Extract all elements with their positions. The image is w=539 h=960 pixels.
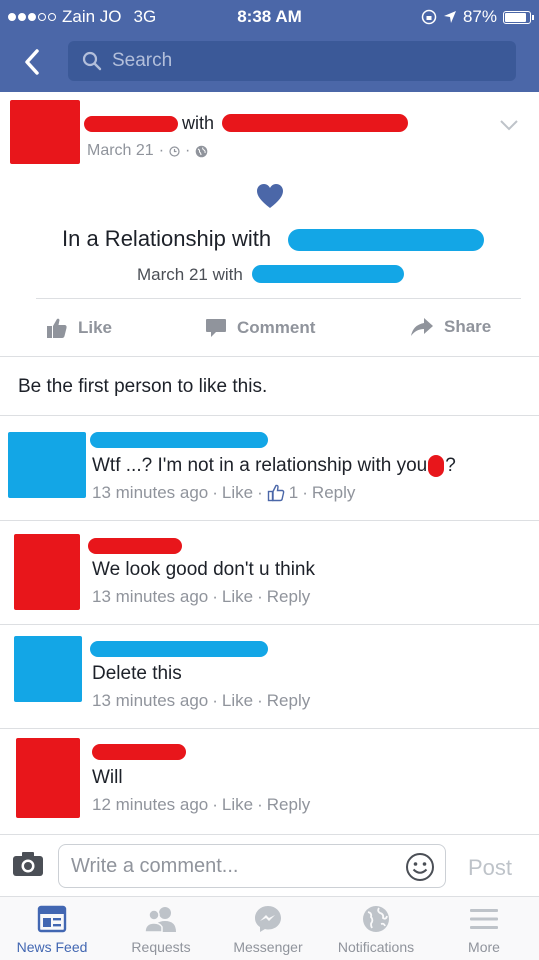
search-placeholder: Search [112,50,173,71]
tab-messenger[interactable]: Messenger [214,903,322,955]
comment-time: 12 minutes ago [92,795,209,814]
comment-button[interactable]: Comment [205,317,315,339]
battery-percent: 87% [462,7,497,26]
share-button[interactable]: Share [410,317,491,337]
commenter-name-redacted[interactable] [92,744,186,760]
messenger-icon [214,903,322,935]
comment-input[interactable]: Write a comment... [58,844,446,888]
status-bar: Zain JO 3G 8:38 AM 87% [0,0,539,34]
event-with-redacted[interactable] [252,265,404,283]
tab-label: Notifications [337,939,415,955]
author-avatar-redacted[interactable] [10,100,80,164]
life-event-date: March 21 with [137,265,243,284]
camera-icon[interactable] [12,851,44,882]
divider [0,728,539,729]
comment-like-link[interactable]: Like [222,483,253,503]
first-like-text: Be the first person to like this. [18,376,268,397]
post-date[interactable]: March 21 [87,142,154,160]
status-right: 87% [421,7,534,27]
tab-label: Requests [131,939,191,955]
share-label: Share [444,317,492,336]
post-options-chevron-icon[interactable] [499,118,519,136]
comment-like-link[interactable]: Like [222,795,253,815]
comment-reply-link[interactable]: Reply [312,483,355,503]
comment-meta: 13 minutes ago · Like · Reply [92,691,311,711]
tab-more[interactable]: More [430,903,538,955]
comment-text: Will [92,767,123,788]
commenter-avatar-redacted[interactable] [14,636,82,702]
comment-text: Wtf ...? I'm not in a relationship with … [92,455,456,477]
tab-label: More [468,939,500,955]
commenter-name-redacted[interactable] [90,432,268,448]
battery-icon [503,10,534,24]
tagged-name-redacted[interactable] [222,114,408,132]
commenter-avatar-redacted[interactable] [16,738,80,818]
post-with-label: with [182,113,215,133]
commenter-avatar-redacted[interactable] [8,432,86,498]
life-event-title: In a Relationship with [62,226,272,251]
tab-news-feed[interactable]: News Feed [0,903,106,955]
post-meta: March 21 · · [87,142,208,160]
comment-text: We look good don't u think [92,559,315,580]
comment-time: 13 minutes ago [92,483,209,502]
comment-like-link[interactable]: Like [222,691,253,711]
post-comment-button[interactable]: Post [468,855,512,881]
mention-redacted [428,455,445,477]
like-button[interactable]: Like [46,317,112,339]
comment-reply-link[interactable]: Reply [267,795,310,815]
comment-input-placeholder: Write a comment... [71,854,239,877]
divider [0,415,539,416]
author-name-redacted[interactable] [84,116,178,132]
comment-reply-link[interactable]: Reply [267,691,310,711]
commenter-name-redacted[interactable] [88,538,182,554]
tab-bar: News Feed Requests Messenger Notificatio… [0,896,539,960]
globe-icon [322,903,430,935]
clock-icon [169,145,180,157]
news-feed-icon [0,903,106,935]
comment-meta: 13 minutes ago · Like · Reply [92,587,311,607]
heart-icon [256,183,284,214]
navbar: Search [0,34,539,92]
public-globe-icon [196,145,208,157]
requests-icon [107,903,215,935]
like-label: Like [78,318,113,337]
search-input[interactable]: Search [68,41,516,81]
location-arrow-icon [443,11,456,23]
commenter-name-redacted[interactable] [90,641,268,657]
menu-icon [430,903,538,935]
thumbs-up-outline-icon [267,484,285,502]
comment-like-count[interactable]: 1 [289,483,298,503]
share-arrow-icon [411,318,433,336]
tab-notifications[interactable]: Notifications [322,903,430,955]
search-icon [82,51,102,71]
comment-time: 13 minutes ago [92,587,209,606]
comment-time: 13 minutes ago [92,691,209,710]
divider [0,520,539,521]
tab-label: Messenger [233,939,303,955]
commenter-avatar-redacted[interactable] [14,534,80,610]
divider [36,298,521,299]
comment-label: Comment [237,318,316,337]
comment-meta: 12 minutes ago · Like · Reply [92,795,311,815]
divider [0,356,539,357]
divider [0,624,539,625]
rotation-lock-icon [421,9,437,25]
comment-reply-link[interactable]: Reply [267,587,310,607]
comment-bubble-icon [206,319,226,337]
tab-label: News Feed [16,939,88,955]
comment-text: Delete this [92,663,182,684]
write-comment-bar: Write a comment... Post [0,834,539,896]
tab-requests[interactable]: Requests [107,903,215,955]
partner-name-redacted[interactable] [288,229,484,251]
comment-meta: 13 minutes ago · Like · 1 · Reply [92,483,356,503]
comment-like-link[interactable]: Like [222,587,253,607]
back-arrow-icon[interactable] [14,44,50,80]
thumbs-up-icon [47,318,67,338]
emoji-smiley-icon[interactable] [405,852,435,888]
